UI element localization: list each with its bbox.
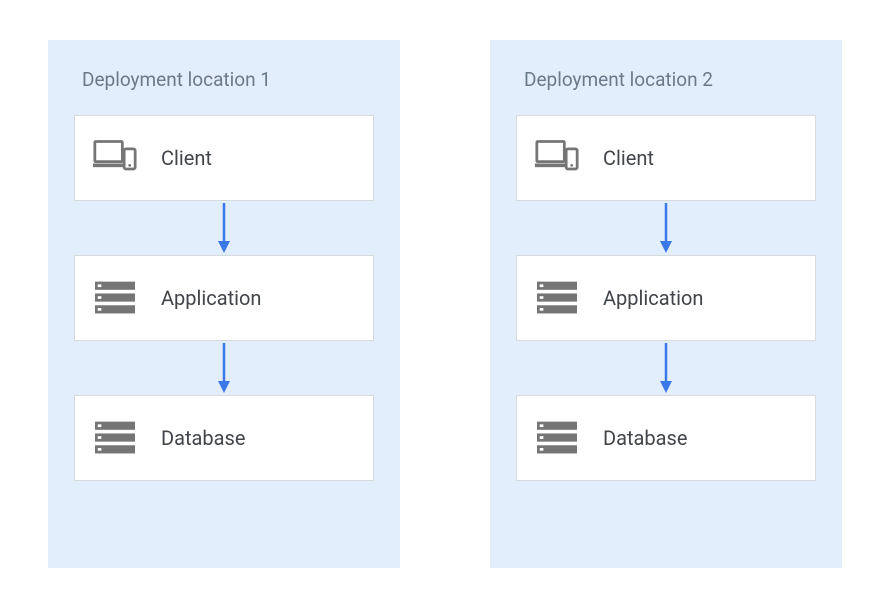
- application-node: Application: [516, 255, 816, 341]
- arrow-down-icon: [656, 341, 676, 395]
- node-label: Application: [161, 286, 261, 310]
- server-icon: [93, 276, 137, 320]
- deployment-location-panel: Deployment location 2 Client: [490, 40, 842, 568]
- node-label: Client: [161, 146, 212, 170]
- database-node: Database: [516, 395, 816, 481]
- deployment-location-panel: Deployment location 1 Client: [48, 40, 400, 568]
- arrow-down-icon: [656, 201, 676, 255]
- panel-title: Deployment location 2: [524, 68, 713, 91]
- node-label: Database: [161, 426, 245, 450]
- arrow-down-icon: [214, 201, 234, 255]
- node-label: Client: [603, 146, 654, 170]
- client-node: Client: [516, 115, 816, 201]
- application-node: Application: [74, 255, 374, 341]
- panel-title: Deployment location 1: [82, 68, 271, 91]
- client-node: Client: [74, 115, 374, 201]
- server-icon: [535, 276, 579, 320]
- devices-icon: [93, 136, 137, 180]
- server-icon: [93, 416, 137, 460]
- node-label: Application: [603, 286, 703, 310]
- arrow-down-icon: [214, 341, 234, 395]
- devices-icon: [535, 136, 579, 180]
- server-icon: [535, 416, 579, 460]
- node-label: Database: [603, 426, 687, 450]
- database-node: Database: [74, 395, 374, 481]
